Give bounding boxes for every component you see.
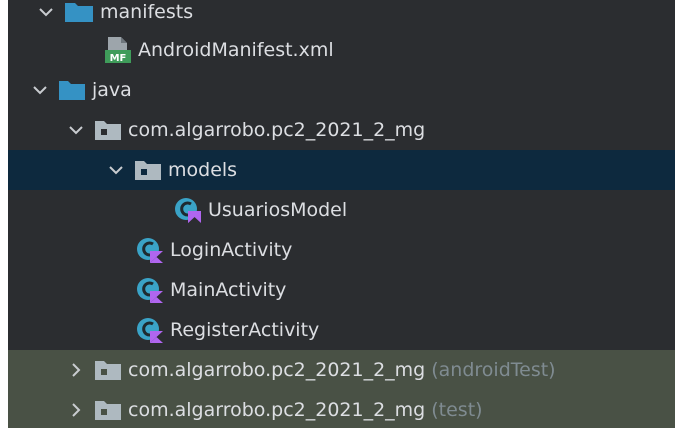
package-icon bbox=[134, 159, 162, 181]
tree-item-manifests[interactable]: manifests bbox=[8, 0, 675, 32]
tree-item-label: AndroidManifest.xml bbox=[138, 39, 334, 61]
tree-item-label: manifests bbox=[100, 1, 194, 23]
chevron-down-icon[interactable] bbox=[34, 0, 58, 24]
package-icon bbox=[94, 359, 122, 381]
kotlin-class-icon bbox=[136, 236, 164, 264]
tree-item-label: com.algarrobo.pc2_2021_2_mg bbox=[128, 119, 426, 141]
manifest-file-icon: MF bbox=[104, 36, 132, 64]
tree-item-test-package[interactable]: com.algarrobo.pc2_2021_2_mg (test) bbox=[8, 390, 675, 428]
source-set-suffix: (test) bbox=[431, 399, 483, 421]
package-icon bbox=[94, 399, 122, 421]
tree-item-label: MainActivity bbox=[170, 279, 287, 301]
tree-item-models[interactable]: models bbox=[8, 150, 675, 190]
folder-icon bbox=[64, 1, 94, 23]
chevron-down-icon[interactable] bbox=[28, 78, 52, 102]
package-icon bbox=[94, 119, 122, 141]
chevron-down-icon[interactable] bbox=[64, 118, 88, 142]
source-set-suffix: (androidTest) bbox=[431, 359, 556, 381]
chevron-right-icon[interactable] bbox=[64, 398, 88, 422]
chevron-right-icon[interactable] bbox=[64, 358, 88, 382]
kotlin-class-icon bbox=[136, 276, 164, 304]
tree-item-label: com.algarrobo.pc2_2021_2_mg bbox=[128, 359, 426, 381]
tree-item-android-test-package[interactable]: com.algarrobo.pc2_2021_2_mg (androidTest… bbox=[8, 350, 675, 390]
folder-icon bbox=[58, 79, 86, 101]
tree-item-label: java bbox=[92, 79, 132, 101]
tree-item-label: UsuariosModel bbox=[208, 199, 348, 221]
tree-item-package[interactable]: com.algarrobo.pc2_2021_2_mg bbox=[8, 110, 675, 150]
chevron-down-icon[interactable] bbox=[104, 158, 128, 182]
kotlin-class-icon bbox=[136, 316, 164, 344]
tree-item-label: LoginActivity bbox=[170, 239, 293, 261]
tree-item-login-activity[interactable]: LoginActivity bbox=[8, 230, 675, 270]
tree-item-android-manifest[interactable]: MF AndroidManifest.xml bbox=[8, 30, 675, 70]
manifest-badge-text: MF bbox=[110, 53, 127, 64]
tree-item-java[interactable]: java bbox=[8, 70, 675, 110]
tree-item-main-activity[interactable]: MainActivity bbox=[8, 270, 675, 310]
tree-item-label: com.algarrobo.pc2_2021_2_mg bbox=[128, 399, 426, 421]
screenshot-frame: manifests MF AndroidManifest.xml java co… bbox=[0, 0, 675, 436]
project-tree-panel: manifests MF AndroidManifest.xml java co… bbox=[8, 0, 675, 428]
tree-item-label: RegisterActivity bbox=[170, 319, 320, 341]
tree-item-register-activity[interactable]: RegisterActivity bbox=[8, 310, 675, 350]
kotlin-class-icon bbox=[174, 196, 202, 224]
tree-item-label: models bbox=[168, 159, 238, 181]
tree-item-usuarios-model[interactable]: UsuariosModel bbox=[8, 190, 675, 230]
